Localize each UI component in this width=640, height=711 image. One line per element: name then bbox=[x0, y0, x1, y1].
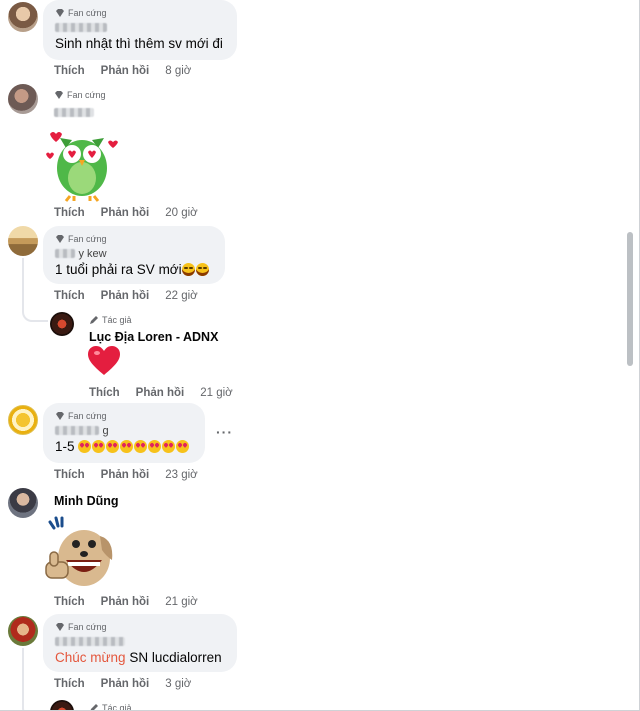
heart-eyes-emoji bbox=[78, 440, 92, 453]
comment-text: 1 tuổi phải ra SV mới bbox=[55, 261, 213, 279]
comment-actions: Thích Phản hồi 3 giờ bbox=[54, 677, 191, 691]
avatar[interactable] bbox=[8, 2, 38, 32]
badge-label: Fan cứng bbox=[67, 90, 106, 100]
heart-eyes-emoji bbox=[176, 440, 190, 453]
reply-button[interactable]: Phản hồi bbox=[136, 386, 185, 400]
author-avatar[interactable] bbox=[50, 312, 74, 336]
comments-panel: Fan cứng Sinh nhật thì thêm sv mới đi Th… bbox=[0, 0, 640, 711]
fan-badge: Fan cứng bbox=[54, 89, 106, 101]
comment-actions: Thích Phản hồi 20 giờ bbox=[54, 206, 198, 220]
laughing-emoji bbox=[195, 263, 209, 276]
gem-icon bbox=[56, 9, 64, 17]
author-avatar[interactable] bbox=[50, 700, 74, 710]
pencil-icon bbox=[90, 704, 98, 710]
timestamp[interactable]: 23 giờ bbox=[165, 468, 197, 482]
author-name[interactable] bbox=[55, 19, 225, 35]
avatar[interactable] bbox=[8, 405, 38, 435]
comment-bubble: Fan cứng Sinh nhật thì thêm sv mới đi bbox=[43, 0, 237, 60]
badge-label: Fan cứng bbox=[68, 8, 107, 18]
gem-icon bbox=[55, 91, 63, 99]
avatar[interactable] bbox=[8, 616, 38, 646]
like-button[interactable]: Thích bbox=[54, 677, 85, 691]
author-name-visible: y kew bbox=[78, 248, 107, 260]
heart-eyes-emoji bbox=[148, 440, 162, 453]
blurred-name bbox=[54, 108, 94, 118]
heart-eyes-emoji bbox=[92, 440, 106, 453]
comment-actions: Thích Phản hồi 22 giờ bbox=[54, 289, 198, 303]
blurred-name bbox=[55, 249, 75, 259]
comment-actions: Thích Phản hồi 8 giờ bbox=[54, 64, 191, 78]
heart-eyes-emoji bbox=[134, 440, 148, 453]
timestamp[interactable]: 21 giờ bbox=[165, 595, 197, 609]
author-name[interactable]: y kew bbox=[55, 245, 213, 261]
author-name-visible: g bbox=[102, 425, 109, 437]
badge-label: Tác giả bbox=[102, 315, 132, 325]
owl-sticker bbox=[46, 132, 118, 202]
author-name[interactable] bbox=[55, 633, 225, 649]
reply-button[interactable]: Phản hồi bbox=[101, 206, 150, 220]
like-button[interactable]: Thích bbox=[54, 595, 85, 609]
more-options-icon[interactable]: ··· bbox=[216, 424, 233, 440]
like-button[interactable]: Thích bbox=[89, 386, 120, 400]
like-button[interactable]: Thích bbox=[54, 206, 85, 220]
comment-text: Chúc mừng SN lucdialorren bbox=[55, 649, 225, 667]
like-button[interactable]: Thích bbox=[54, 64, 85, 78]
comment-text-body: SN lucdialorren bbox=[129, 650, 222, 665]
heart-icon bbox=[88, 346, 120, 375]
avatar[interactable] bbox=[8, 226, 38, 256]
avatar[interactable] bbox=[8, 488, 38, 518]
heart-eyes-emoji bbox=[162, 440, 176, 453]
comment-bubble: Fan cứng Chúc mừng SN lucdialorren bbox=[43, 614, 237, 672]
avatar[interactable] bbox=[8, 84, 38, 114]
badge-label: Fan cứng bbox=[68, 234, 107, 244]
reply-button[interactable]: Phản hồi bbox=[101, 595, 150, 609]
timestamp[interactable]: 3 giờ bbox=[165, 677, 191, 691]
timestamp[interactable]: 8 giờ bbox=[165, 64, 191, 78]
scrollbar[interactable] bbox=[627, 232, 633, 366]
badge-label: Tác giả bbox=[102, 703, 132, 711]
fan-badge: Fan cứng bbox=[55, 621, 225, 633]
comment-bubble: Fan cứng y kew 1 tuổi phải ra SV mới bbox=[43, 226, 225, 284]
heart-eyes-emoji bbox=[106, 440, 120, 453]
timestamp[interactable]: 20 giờ bbox=[165, 206, 197, 220]
comment-text-body: 1 tuổi phải ra SV mới bbox=[55, 262, 182, 277]
author-name[interactable]: Lục Địa Loren - ADNX bbox=[89, 330, 218, 344]
comment-text: Sinh nhật thì thêm sv mới đi bbox=[55, 36, 223, 51]
author-name[interactable]: g bbox=[55, 422, 193, 438]
gem-icon bbox=[56, 235, 64, 243]
timestamp[interactable]: 21 giờ bbox=[200, 386, 232, 400]
comment-text: 1-5 bbox=[55, 438, 193, 456]
badge-label: Fan cứng bbox=[68, 622, 107, 632]
dog-sticker bbox=[45, 516, 113, 586]
fan-badge: Fan cứng bbox=[55, 410, 193, 422]
blurred-name bbox=[55, 23, 107, 33]
highlighted-text[interactable]: Chúc mừng bbox=[55, 650, 126, 665]
author-name[interactable] bbox=[54, 104, 94, 122]
comment-text-body: 1-5 bbox=[55, 439, 75, 454]
author-badge: Tác giả bbox=[89, 314, 132, 326]
heart-eyes-emoji bbox=[120, 440, 134, 453]
blurred-name bbox=[55, 637, 125, 647]
reply-button[interactable]: Phản hồi bbox=[101, 64, 150, 78]
fan-badge: Fan cứng bbox=[55, 7, 225, 19]
badge-label: Fan cứng bbox=[68, 411, 107, 421]
author-name[interactable]: Minh Dũng bbox=[54, 494, 119, 508]
gem-icon bbox=[56, 412, 64, 420]
comment-actions: Thích Phản hồi 21 giờ bbox=[89, 386, 233, 400]
laughing-emoji bbox=[181, 263, 195, 276]
like-button[interactable]: Thích bbox=[54, 468, 85, 482]
comment-actions: Thích Phản hồi 21 giờ bbox=[54, 595, 198, 609]
reply-button[interactable]: Phản hồi bbox=[101, 677, 150, 691]
pencil-icon bbox=[90, 316, 98, 324]
reply-button[interactable]: Phản hồi bbox=[101, 289, 150, 303]
comment-bubble: Fan cứng g 1-5 bbox=[43, 403, 205, 463]
blurred-name bbox=[55, 426, 99, 436]
author-badge: Tác giả bbox=[89, 702, 132, 711]
like-button[interactable]: Thích bbox=[54, 289, 85, 303]
gem-icon bbox=[56, 623, 64, 631]
fan-badge: Fan cứng bbox=[55, 233, 213, 245]
comment-actions: Thích Phản hồi 23 giờ bbox=[54, 468, 198, 482]
reply-button[interactable]: Phản hồi bbox=[101, 468, 150, 482]
timestamp[interactable]: 22 giờ bbox=[165, 289, 197, 303]
